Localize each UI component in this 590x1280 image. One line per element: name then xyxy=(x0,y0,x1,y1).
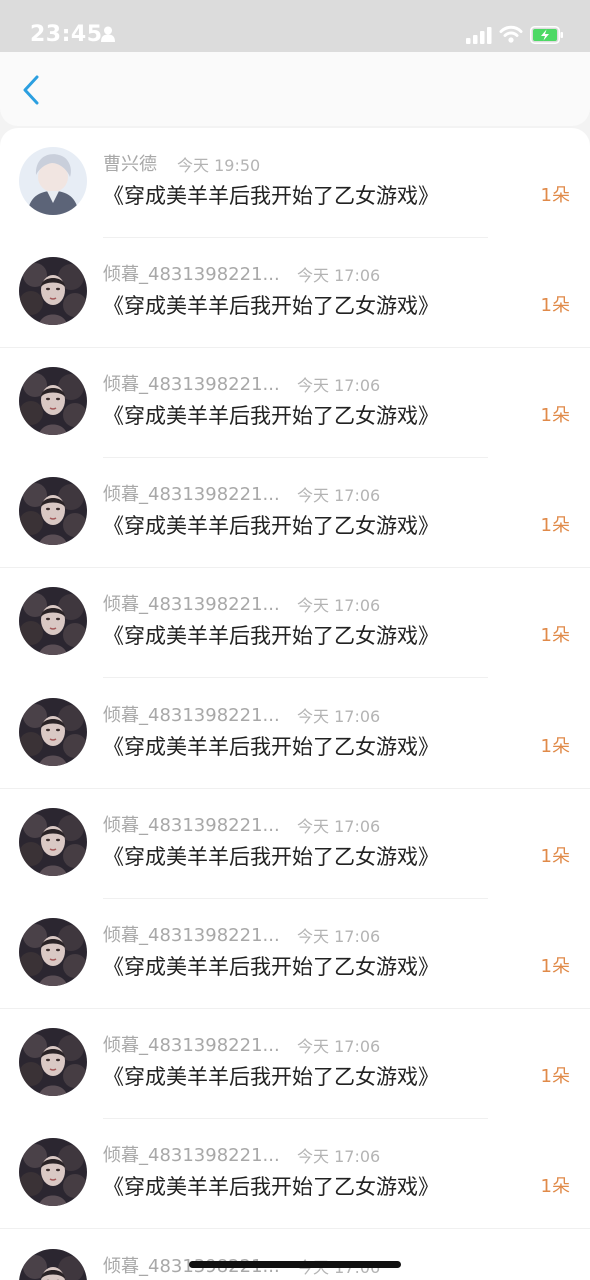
flower-record-list: 曹兴德 今天 19:50 《穿成美羊羊后我开始了乙女游戏》 1朵 倾暮_48313982… xyxy=(0,128,590,1280)
avatar[interactable] xyxy=(19,366,87,435)
sender-name: 倾暮_4831398221... xyxy=(103,1035,280,1057)
book-title: 《穿成美羊羊后我开始了乙女游戏》 xyxy=(103,1065,439,1090)
book-title: 《穿成美羊羊后我开始了乙女游戏》 xyxy=(103,183,439,208)
flower-count: 1朵 xyxy=(540,294,570,316)
sender-name: 倾暮_4831398221... xyxy=(103,814,280,836)
avatar[interactable] xyxy=(19,1248,87,1280)
book-title: 《穿成美羊羊后我开始了乙女游戏》 xyxy=(103,1175,439,1200)
avatar[interactable] xyxy=(19,697,87,766)
list-item[interactable]: 倾暮_4831398221... 今天 17:06 《穿成美羊羊后我开始了乙女游戏》… xyxy=(0,1119,590,1230)
avatar[interactable] xyxy=(19,587,87,656)
book-title: 《穿成美羊羊后我开始了乙女游戏》 xyxy=(103,954,439,979)
list-item[interactable]: 倾暮_4831398221... 今天 17:06 《穿成美羊羊后我开始了乙女游戏》… xyxy=(0,348,590,458)
home-indicator[interactable] xyxy=(189,1261,401,1268)
list-item[interactable]: 倾暮_4831398221...今天 17:06 xyxy=(0,1230,590,1280)
book-title: 《穿成美羊羊后我开始了乙女游戏》 xyxy=(103,514,439,539)
flower-count: 1朵 xyxy=(540,184,570,206)
navigation-bar xyxy=(0,52,590,126)
list-item[interactable]: 倾暮_4831398221... 今天 17:06 《穿成美羊羊后我开始了乙女游戏》… xyxy=(0,899,590,1009)
book-title: 《穿成美羊羊后我开始了乙女游戏》 xyxy=(103,734,439,759)
sent-time: 今天 17:06 xyxy=(297,265,381,285)
back-button[interactable] xyxy=(14,72,50,108)
list-item[interactable]: 倾暮_4831398221... 今天 17:06 《穿成美羊羊后我开始了乙女游戏》… xyxy=(0,679,590,789)
book-title: 《穿成美羊羊后我开始了乙女游戏》 xyxy=(103,293,439,318)
flower-count: 1朵 xyxy=(540,735,570,757)
flower-count: 1朵 xyxy=(540,625,570,647)
sent-time: 今天 17:06 xyxy=(297,1147,381,1167)
sent-time: 今天 17:06 xyxy=(297,926,381,946)
list-item[interactable]: 倾暮_4831398221... 今天 17:06 《穿成美羊羊后我开始了乙女游戏》… xyxy=(0,1009,590,1120)
list-item[interactable]: 曹兴德 今天 19:50 《穿成美羊羊后我开始了乙女游戏》 1朵 xyxy=(0,128,590,238)
battery-charging-icon xyxy=(530,26,564,48)
list-item[interactable]: 倾暮_4831398221... 今天 17:06 《穿成美羊羊后我开始了乙女游戏》… xyxy=(0,568,590,679)
avatar[interactable] xyxy=(19,917,87,986)
sender-name: 倾暮_4831398221... xyxy=(103,1145,280,1167)
chevron-left-icon xyxy=(23,75,39,105)
avatar[interactable] xyxy=(19,477,87,546)
sent-time: 今天 17:06 xyxy=(297,375,381,395)
wifi-icon xyxy=(499,25,523,47)
sender-name: 倾暮_4831398221... xyxy=(103,924,280,946)
avatar[interactable] xyxy=(19,807,87,876)
avatar[interactable] xyxy=(19,256,87,325)
sent-time: 今天 17:06 xyxy=(297,1037,381,1057)
list-item[interactable]: 倾暮_4831398221... 今天 17:06 《穿成美羊羊后我开始了乙女游戏》… xyxy=(0,238,590,348)
book-title: 《穿成美羊羊后我开始了乙女游戏》 xyxy=(103,624,439,649)
status-time: 23:45 xyxy=(30,22,103,47)
avatar[interactable] xyxy=(19,146,87,215)
sender-name: 曹兴德 xyxy=(103,153,157,175)
person-icon xyxy=(101,26,115,46)
book-title: 《穿成美羊羊后我开始了乙女游戏》 xyxy=(103,403,439,428)
avatar[interactable] xyxy=(19,1138,87,1207)
list-item[interactable]: 倾暮_4831398221... 今天 17:06 《穿成美羊羊后我开始了乙女游戏》… xyxy=(0,789,590,899)
sent-time: 今天 17:06 xyxy=(297,816,381,836)
book-title: 《穿成美羊羊后我开始了乙女游戏》 xyxy=(103,844,439,869)
sent-time: 今天 17:06 xyxy=(297,706,381,726)
flower-count: 1朵 xyxy=(540,1176,570,1198)
sender-name: 倾暮_4831398221... xyxy=(103,263,280,285)
sender-name: 倾暮_4831398221... xyxy=(103,594,280,616)
sent-time: 今天 19:50 xyxy=(177,155,261,175)
list-item[interactable]: 倾暮_4831398221... 今天 17:06 《穿成美羊羊后我开始了乙女游戏》… xyxy=(0,458,590,569)
sender-name: 倾暮_4831398221... xyxy=(103,484,280,506)
flower-count: 1朵 xyxy=(540,1066,570,1088)
sender-name: 倾暮_4831398221... xyxy=(103,373,280,395)
sender-name: 倾暮_4831398221... xyxy=(103,704,280,726)
sent-time: 今天 17:06 xyxy=(297,596,381,616)
flower-count: 1朵 xyxy=(540,845,570,867)
flower-count: 1朵 xyxy=(540,404,570,426)
avatar[interactable] xyxy=(19,1028,87,1097)
signal-icon xyxy=(466,27,492,48)
flower-count: 1朵 xyxy=(540,955,570,977)
sent-time: 今天 17:06 xyxy=(297,486,381,506)
status-bar: 23:45 xyxy=(0,0,590,52)
flower-count: 1朵 xyxy=(540,515,570,537)
